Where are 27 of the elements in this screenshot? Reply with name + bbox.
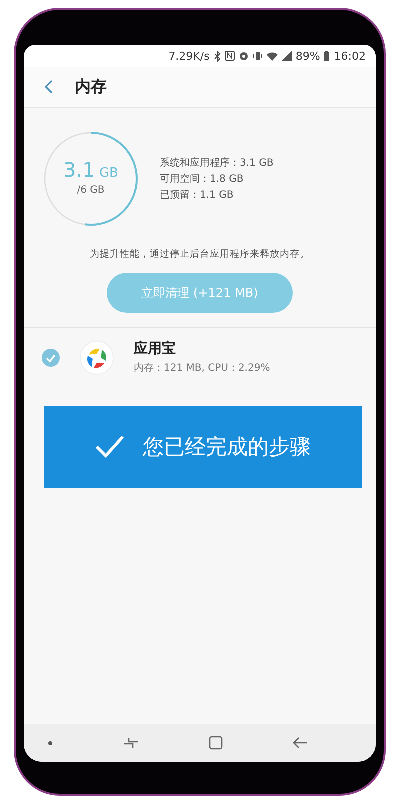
clean-button[interactable]: 立即清理 (+121 MB) xyxy=(107,273,293,313)
clock-time: 16:02 xyxy=(334,50,366,62)
battery-percent: 89% xyxy=(296,50,320,62)
nfc-icon xyxy=(224,51,235,61)
vibrate-icon xyxy=(252,51,263,61)
battery-icon xyxy=(324,50,330,62)
app-icon xyxy=(80,340,114,374)
app-usage: 内存：121 MB, CPU：2.29% xyxy=(134,362,270,375)
page-title: 内存 xyxy=(75,76,107,98)
wifi-icon xyxy=(266,52,278,60)
memory-stat: 系统和应用程序：3.1 GB xyxy=(160,156,274,170)
signal-icon xyxy=(282,51,292,61)
recent-apps-icon[interactable] xyxy=(123,737,139,749)
back-arrow-icon[interactable] xyxy=(293,737,307,749)
memory-stat: 可用空间：1.8 GB xyxy=(160,172,245,186)
memory-stat: 已预留：1.1 GB xyxy=(160,189,235,202)
dot-icon[interactable] xyxy=(48,740,53,746)
back-icon[interactable] xyxy=(45,80,53,94)
network-speed: 7.29K/s xyxy=(168,50,210,62)
bluetooth-icon xyxy=(214,50,221,62)
checked-checkbox[interactable] xyxy=(42,348,60,366)
overlay-message: 您已经完成的步骤 xyxy=(143,434,311,461)
hint-text: 为提升性能，通过停止后台应用程序来释放内存。 xyxy=(89,248,311,261)
checkmark-icon xyxy=(95,435,125,459)
total-memory: /6 GB xyxy=(77,185,105,196)
app-name: 应用宝 xyxy=(134,340,177,358)
used-memory-value: 3.1 GB xyxy=(64,158,118,182)
